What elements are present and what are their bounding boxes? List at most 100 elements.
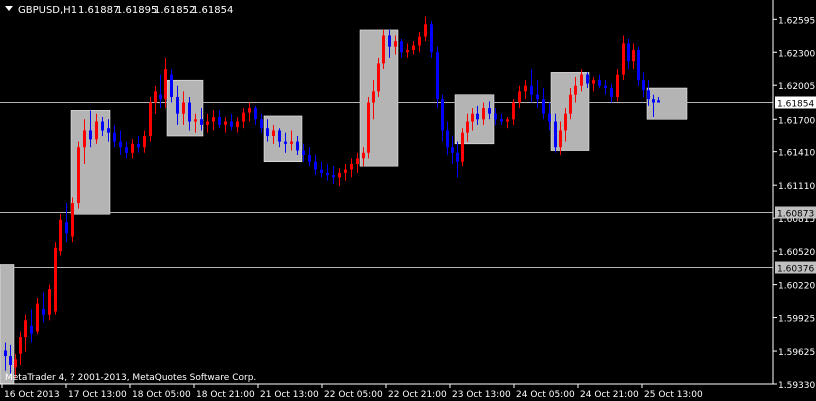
candle-body bbox=[542, 99, 545, 114]
candle-body bbox=[616, 74, 619, 97]
candle-body bbox=[377, 63, 380, 92]
candle-body bbox=[332, 175, 335, 178]
candle-body bbox=[14, 359, 17, 368]
candle-body bbox=[188, 102, 191, 122]
candle-body bbox=[170, 74, 173, 97]
price-label: 1.60873 bbox=[777, 210, 814, 220]
candle-body bbox=[446, 130, 449, 148]
candle-body bbox=[149, 102, 152, 137]
candle-body bbox=[604, 85, 607, 89]
candle-body bbox=[400, 41, 403, 53]
highlight-box bbox=[359, 29, 399, 167]
candle-body bbox=[9, 356, 12, 366]
copyright-watermark: MetaTrader 4, ? 2001-2013, MetaQuotes So… bbox=[5, 373, 256, 383]
candle-body bbox=[652, 99, 655, 103]
candle-body bbox=[164, 69, 167, 100]
candle-body bbox=[113, 132, 116, 142]
chart-window[interactable]: 1.62595 1.62300 1.62005 1.61700 1.61410 1.611… bbox=[0, 0, 816, 401]
candle-body bbox=[627, 43, 630, 62]
y-tick-label: 1.60520 bbox=[778, 248, 815, 258]
candle-body bbox=[471, 113, 474, 122]
y-tick-label: 1.59330 bbox=[778, 381, 815, 391]
candle-body bbox=[647, 90, 650, 100]
candle-body bbox=[548, 113, 551, 122]
candle-body bbox=[394, 41, 397, 47]
candle-body bbox=[466, 121, 469, 133]
candle-body bbox=[137, 143, 140, 148]
price-label: 1.60376 bbox=[777, 265, 814, 275]
x-tick-label: 18 Oct 05:00 bbox=[132, 390, 191, 400]
price-label: 1.61854 bbox=[777, 100, 814, 110]
candle-body bbox=[284, 141, 287, 144]
candle-body bbox=[95, 121, 98, 140]
candle-body bbox=[518, 91, 521, 103]
candle-body bbox=[54, 247, 57, 312]
candle-body bbox=[182, 102, 185, 114]
candle-body bbox=[372, 91, 375, 103]
candle-body bbox=[290, 141, 293, 144]
candle-body bbox=[476, 113, 479, 120]
x-tick-label: 22 Oct 05:00 bbox=[324, 390, 383, 400]
candle-body bbox=[83, 130, 86, 148]
candle-body bbox=[338, 172, 341, 178]
candle-body bbox=[610, 88, 613, 97]
candle-body bbox=[512, 102, 515, 120]
candle-body bbox=[350, 163, 353, 170]
candle-body bbox=[344, 169, 347, 173]
candle-body bbox=[506, 119, 509, 122]
candle-body bbox=[36, 303, 39, 332]
candle-body bbox=[278, 130, 281, 142]
x-tick-label: 17 Oct 13:00 bbox=[68, 390, 127, 400]
y-tick-label: 1.59625 bbox=[778, 348, 815, 358]
candle-body bbox=[598, 80, 601, 86]
candle-body bbox=[564, 113, 567, 131]
ohlc-open: 1.61887 bbox=[78, 5, 119, 16]
candle-body bbox=[622, 43, 625, 75]
price-chart[interactable]: 1.62595 1.62300 1.62005 1.61700 1.61410 1.611… bbox=[0, 0, 816, 401]
candle-body bbox=[200, 119, 203, 125]
candle-body bbox=[254, 108, 257, 120]
candle-body bbox=[488, 108, 491, 114]
candle-body bbox=[554, 121, 557, 148]
y-tick-label: 1.60220 bbox=[778, 282, 815, 292]
candle-body bbox=[125, 147, 128, 153]
ohlc-low: 1.61852 bbox=[154, 5, 195, 16]
y-tick-label: 1.62595 bbox=[778, 16, 815, 26]
candle-body bbox=[154, 91, 157, 103]
candle-body bbox=[382, 35, 385, 64]
candle-body bbox=[642, 80, 645, 91]
candle-body bbox=[367, 102, 370, 153]
candle-body bbox=[657, 100, 660, 103]
candle-body bbox=[632, 50, 635, 62]
candle-body bbox=[637, 50, 640, 81]
candle-body bbox=[494, 113, 497, 120]
candle-body bbox=[24, 320, 27, 338]
candle-body bbox=[302, 150, 305, 156]
candle-body bbox=[451, 147, 454, 153]
x-tick-label: 21 Oct 13:00 bbox=[260, 390, 319, 400]
candle-body bbox=[461, 132, 464, 162]
candle-body bbox=[30, 325, 33, 334]
y-tick-label: 1.61700 bbox=[778, 116, 815, 126]
y-tick-label: 1.62300 bbox=[778, 49, 815, 59]
candle-body bbox=[362, 152, 365, 159]
candle-body bbox=[159, 94, 162, 100]
candle-body bbox=[530, 85, 533, 95]
candle-body bbox=[230, 121, 233, 128]
x-tick-label: 25 Oct 13:00 bbox=[644, 390, 703, 400]
candle-body bbox=[586, 74, 589, 84]
candle-body bbox=[272, 130, 275, 137]
candle-body bbox=[500, 119, 503, 122]
x-tick-label: 18 Oct 21:00 bbox=[196, 390, 255, 400]
candle-body bbox=[143, 136, 146, 148]
candle-body bbox=[131, 143, 134, 153]
candle-body bbox=[218, 117, 221, 125]
candle-body bbox=[296, 141, 299, 151]
x-tick-label: 24 Oct 05:00 bbox=[516, 390, 575, 400]
x-tick-label: 22 Oct 21:00 bbox=[388, 390, 447, 400]
candle-body bbox=[569, 94, 572, 114]
candle-body bbox=[260, 119, 263, 129]
candle-body bbox=[536, 94, 539, 100]
candle-body bbox=[424, 24, 427, 37]
y-tick-label: 1.61110 bbox=[778, 182, 815, 192]
